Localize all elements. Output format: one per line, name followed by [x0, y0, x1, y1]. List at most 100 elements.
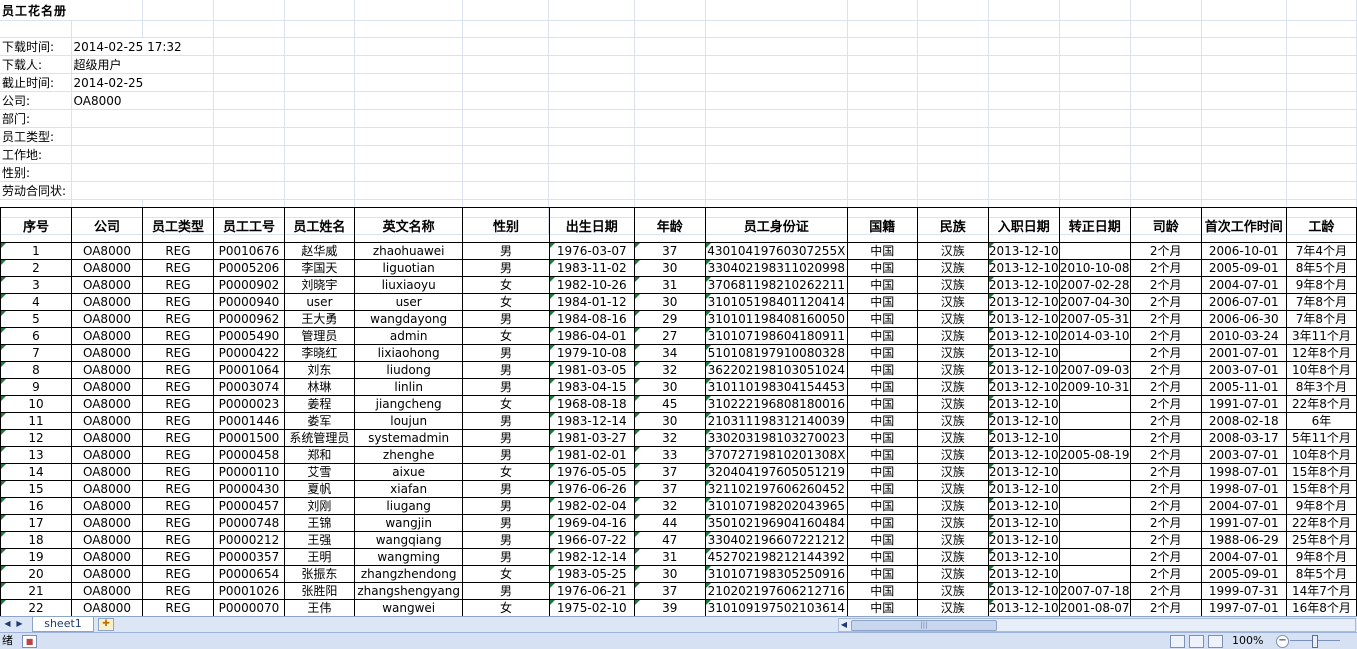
table-cell[interactable]: 2个月 [1129, 344, 1202, 362]
table-cell[interactable]: zhaohuawei [353, 242, 464, 260]
empty-cell[interactable] [462, 20, 550, 38]
table-cell[interactable]: 汉族 [916, 497, 989, 515]
empty-cell[interactable] [988, 145, 1060, 164]
empty-cell[interactable] [284, 55, 355, 74]
table-cell[interactable]: user [353, 293, 464, 311]
table-cell[interactable]: OA8000 [70, 293, 143, 311]
empty-cell[interactable] [705, 0, 848, 21]
table-cell[interactable]: 汉族 [916, 344, 989, 362]
zoom-level[interactable]: 100% [1232, 634, 1263, 648]
empty-cell[interactable] [1286, 181, 1357, 200]
empty-cell[interactable] [462, 127, 550, 146]
table-cell[interactable]: 10 [0, 395, 72, 413]
table-cell[interactable]: 汉族 [916, 310, 989, 328]
table-cell[interactable]: 姜程 [283, 395, 355, 413]
table-cell[interactable]: P0005490 [212, 327, 285, 345]
column-header[interactable]: 员工类型 [141, 207, 214, 243]
empty-cell[interactable] [548, 20, 635, 38]
table-row[interactable]: 2 OA8000 REG P0005206 李国天 liguotian 男 1983-11-0… [0, 259, 1357, 277]
table-cell[interactable]: 男 [462, 378, 550, 396]
table-cell[interactable]: 7年4个月 [1285, 242, 1357, 260]
table-cell[interactable]: 2009-10-31 [1058, 378, 1131, 396]
table-cell[interactable] [1058, 429, 1131, 447]
empty-cell[interactable] [142, 0, 214, 21]
table-cell[interactable]: 中国 [846, 276, 918, 294]
table-cell[interactable]: 12年8个月 [1285, 344, 1357, 362]
table-cell[interactable]: 中国 [846, 242, 918, 260]
empty-cell[interactable] [213, 20, 285, 38]
empty-cell[interactable] [1130, 163, 1202, 182]
table-cell[interactable]: P0000748 [212, 514, 285, 532]
empty-cell[interactable] [354, 0, 464, 21]
table-cell[interactable]: 33 [633, 446, 706, 464]
column-header[interactable]: 司龄 [1129, 207, 1202, 243]
table-cell[interactable]: 1982-10-26 [548, 276, 635, 294]
empty-cell[interactable] [462, 181, 550, 200]
meta-value[interactable] [71, 127, 214, 146]
table-row[interactable]: 11 OA8000 REG P0001446 娄军 loujun 男 1983-12-14 30… [0, 412, 1357, 430]
meta-value[interactable] [71, 109, 214, 128]
table-cell[interactable]: 艾雪 [283, 463, 355, 481]
table-cell[interactable]: 男 [462, 259, 550, 277]
empty-cell[interactable] [71, 20, 143, 38]
empty-cell[interactable] [284, 127, 355, 146]
empty-cell[interactable] [354, 145, 464, 164]
table-cell[interactable]: 2013-12-10 [987, 293, 1060, 311]
table-row[interactable]: 9 OA8000 REG P0003074 林琳 linlin 男 1983-04-15 30 3… [0, 378, 1357, 396]
meta-value[interactable] [71, 145, 214, 164]
table-cell[interactable]: 女 [462, 293, 550, 311]
table-cell[interactable]: 3年11个月 [1285, 327, 1357, 345]
table-cell[interactable]: 25年8个月 [1285, 531, 1357, 549]
table-cell[interactable]: 王锦 [283, 514, 355, 532]
table-cell[interactable]: zhenghe [353, 446, 464, 464]
table-cell[interactable]: REG [141, 582, 214, 600]
table-cell[interactable]: 43010419760307255X [704, 242, 848, 260]
empty-cell[interactable] [1130, 20, 1202, 38]
empty-cell[interactable] [354, 73, 464, 92]
table-cell[interactable]: 1997-07-01 [1200, 599, 1287, 616]
table-cell[interactable]: 2001-08-07 [1058, 599, 1131, 616]
column-header[interactable]: 公司 [70, 207, 143, 243]
empty-cell[interactable] [462, 0, 550, 21]
table-cell[interactable]: 7年8个月 [1285, 293, 1357, 311]
table-cell[interactable]: 510108197910080328 [704, 344, 848, 362]
table-row[interactable]: 16 OA8000 REG P0000457 刘刚 liugang 男 1982-02-04 3… [0, 497, 1357, 515]
table-cell[interactable]: 8年5个月 [1285, 259, 1357, 277]
table-cell[interactable]: 14年7个月 [1285, 582, 1357, 600]
table-cell[interactable]: 1999-07-31 [1200, 582, 1287, 600]
table-cell[interactable]: REG [141, 531, 214, 549]
empty-cell[interactable] [1059, 20, 1131, 38]
table-cell[interactable]: REG [141, 514, 214, 532]
table-row[interactable]: 5 OA8000 REG P0000962 王大勇 wangdayong 男 1984-08-… [0, 310, 1357, 328]
worksheet[interactable]: 员工花名册 下载时间: 2014-02-25 17:32 下载人: 超级用户 截止时间: 2… [0, 0, 1357, 616]
table-cell[interactable]: 9 [0, 378, 72, 396]
table-cell[interactable]: 2004-07-01 [1200, 497, 1287, 515]
empty-cell[interactable] [705, 163, 848, 182]
table-cell[interactable]: 郑和 [283, 446, 355, 464]
table-cell[interactable]: 1983-12-14 [548, 412, 635, 430]
table-cell[interactable]: zhangshengyang [353, 582, 464, 600]
table-cell[interactable]: REG [141, 497, 214, 515]
empty-cell[interactable] [462, 37, 550, 56]
first-sheet-button[interactable]: ◀ [3, 618, 12, 630]
table-cell[interactable]: 2004-07-01 [1200, 276, 1287, 294]
empty-cell[interactable] [548, 55, 635, 74]
table-cell[interactable]: 2013-12-10 [987, 344, 1060, 362]
table-cell[interactable]: 1981-03-05 [548, 361, 635, 379]
table-cell[interactable]: P0000110 [212, 463, 285, 481]
table-cell[interactable]: lixiaohong [353, 344, 464, 362]
table-cell[interactable]: 1982-12-14 [548, 548, 635, 566]
table-cell[interactable]: 女 [462, 327, 550, 345]
empty-cell[interactable] [213, 37, 285, 56]
table-cell[interactable]: 9年8个月 [1285, 276, 1357, 294]
table-cell[interactable]: 210311198312140039 [704, 412, 848, 430]
table-cell[interactable]: 2个月 [1129, 276, 1202, 294]
table-cell[interactable]: 张胜阳 [283, 582, 355, 600]
table-row[interactable]: 1 OA8000 REG P0010676 赵华威 zhaohuawei 男 1976-03-… [0, 242, 1357, 260]
table-cell[interactable]: 刘东 [283, 361, 355, 379]
table-cell[interactable]: 330203198103270023 [704, 429, 848, 447]
empty-cell[interactable] [1201, 91, 1287, 110]
table-cell[interactable]: liguotian [353, 259, 464, 277]
table-cell[interactable]: 2个月 [1129, 480, 1202, 498]
table-cell[interactable]: 2个月 [1129, 446, 1202, 464]
